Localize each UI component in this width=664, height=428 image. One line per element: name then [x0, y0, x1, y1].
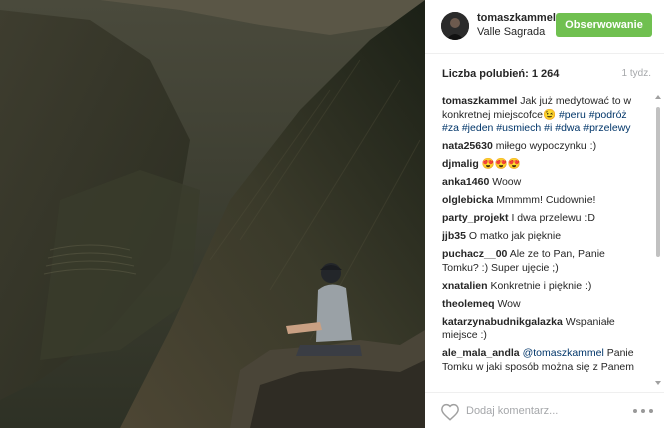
comments-scrollbar[interactable]: [655, 95, 661, 385]
list-item: theolemeq Wow: [442, 298, 642, 312]
comment-text: I dwa przelewu :D: [511, 212, 595, 224]
username-link[interactable]: tomaszkammel: [477, 12, 557, 24]
post-header: tomaszkammel Valle Sagrada Obserwowanie: [425, 0, 664, 54]
likes-count[interactable]: Liczba polubień: 1 264: [442, 68, 559, 80]
comment-text: Mmmmm! Cudownie!: [496, 194, 596, 206]
comment-text: 😍😍😍: [481, 158, 521, 170]
add-comment-input[interactable]: [466, 402, 626, 420]
comment-author[interactable]: olglebicka: [442, 194, 493, 206]
comment-author[interactable]: nata25630: [442, 140, 493, 152]
comment-text: Wow: [497, 297, 521, 310]
list-item: ale_mala_andla @tomaszkammel Panie Tomku…: [442, 347, 642, 374]
comment-author[interactable]: katarzynabudnikgalazka: [442, 316, 563, 328]
follow-button[interactable]: Obserwowanie: [556, 13, 652, 37]
list-item: jjb35 O matko jak pięknie: [442, 230, 642, 244]
avatar[interactable]: [441, 12, 469, 40]
list-item: puchacz__00 Ale ze to Pan, Panie Tomku? …: [442, 248, 642, 275]
comment-author[interactable]: puchacz__00: [442, 248, 507, 260]
location-link[interactable]: Valle Sagrada: [477, 26, 557, 38]
comment-mention[interactable]: @tomaszkammel: [523, 347, 604, 359]
list-item: olglebicka Mmmmm! Cudownie!: [442, 194, 642, 208]
list-item: xnatalien Konkretnie i pięknie :): [442, 280, 642, 294]
comment-author[interactable]: xnatalien: [442, 280, 488, 292]
mountain-valley-photo: [0, 0, 425, 428]
caption-author[interactable]: tomaszkammel: [442, 95, 517, 107]
list-item: anka1460 Woow: [442, 176, 642, 190]
list-item: nata25630 miłego wypoczynku :): [442, 140, 642, 154]
scroll-down-arrow-icon[interactable]: [655, 381, 661, 385]
comment-text: Woow: [492, 176, 522, 188]
post-footer: [425, 392, 664, 428]
list-item: party_projekt I dwa przelewu :D: [442, 212, 642, 226]
comment-author[interactable]: party_projekt: [442, 212, 509, 224]
comment-author[interactable]: ale_mala_andla: [442, 347, 520, 359]
post-side-panel: tomaszkammel Valle Sagrada Obserwowanie …: [425, 0, 664, 428]
post-timestamp[interactable]: 1 tydz.: [622, 68, 651, 79]
comment-author[interactable]: jjb35: [442, 230, 466, 242]
list-item: djmalig 😍😍😍: [442, 158, 642, 172]
comment-author[interactable]: theolemeq: [442, 298, 495, 310]
comment-text: Konkretnie i pięknie :): [490, 279, 592, 292]
caption: tomaszkammel Jak już medytować to w konk…: [442, 95, 642, 136]
comments-list[interactable]: tomaszkammel Jak już medytować to w konk…: [442, 95, 642, 385]
heart-outline-icon[interactable]: [440, 403, 460, 421]
comment-author[interactable]: anka1460: [442, 176, 489, 188]
more-options-icon[interactable]: [633, 405, 655, 417]
post-photo[interactable]: [0, 0, 425, 428]
scrollbar-thumb[interactable]: [656, 107, 660, 257]
comment-text: O matko jak pięknie: [468, 230, 562, 242]
comment-author[interactable]: djmalig: [442, 158, 479, 170]
list-item: katarzynabudnikgalazka Wspaniałe miejsce…: [442, 316, 642, 343]
scroll-up-arrow-icon[interactable]: [655, 95, 661, 99]
comment-text: miłego wypoczynku :): [495, 140, 597, 152]
